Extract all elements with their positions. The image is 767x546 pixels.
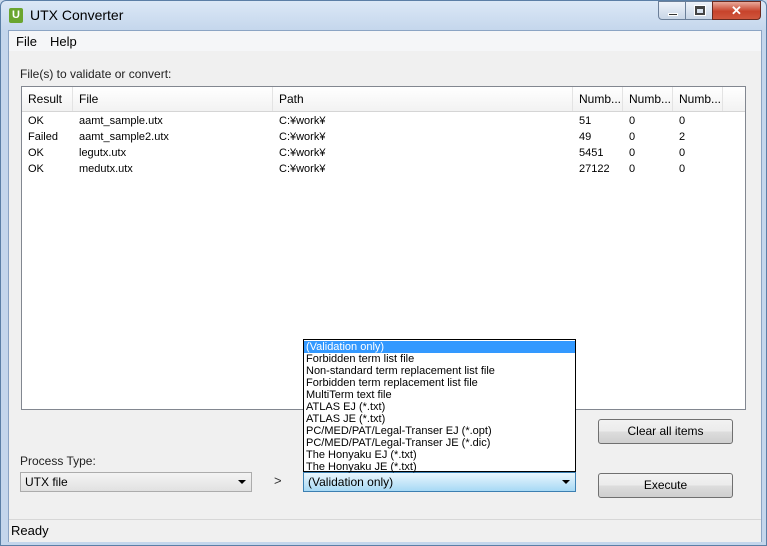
dropdown-option[interactable]: (Validation only)	[304, 341, 575, 353]
cell-path: C:¥work¥	[279, 115, 326, 127]
cell-file: legutx.utx	[79, 147, 127, 159]
dropdown-option[interactable]: PC/MED/PAT/Legal-Transer JE (*.dic)	[304, 437, 575, 449]
cell-number-1: 5451	[579, 147, 604, 159]
dropdown-option[interactable]: Non-standard term replacement list file	[304, 365, 575, 377]
list-header: Result File Path Numb... Numb... Numb...	[22, 87, 745, 112]
arrow-right-icon: >	[274, 473, 282, 488]
title-bar[interactable]: U UTX Converter ✕	[1, 1, 766, 29]
cell-number-2: 0	[629, 115, 636, 127]
cell-number-1: 51	[579, 115, 592, 127]
app-window: U UTX Converter ✕ File Help File(s) to v…	[0, 0, 767, 546]
col-result[interactable]: Result	[22, 87, 73, 111]
chevron-down-icon	[562, 480, 570, 484]
cell-number-3: 0	[679, 147, 686, 159]
files-label: File(s) to validate or convert:	[20, 67, 172, 81]
cell-result: OK	[28, 147, 44, 159]
cell-file: aamt_sample.utx	[79, 115, 163, 127]
col-path[interactable]: Path	[273, 87, 573, 111]
cell-result: OK	[28, 163, 44, 175]
cell-number-1: 27122	[579, 163, 610, 175]
process-type-select[interactable]: UTX file	[20, 472, 252, 492]
dropdown-option[interactable]: ATLAS EJ (*.txt)	[304, 401, 575, 413]
window-title: UTX Converter	[30, 7, 124, 23]
col-number-2[interactable]: Numb...	[623, 87, 673, 111]
close-button[interactable]: ✕	[712, 1, 761, 20]
cell-number-1: 49	[579, 131, 592, 143]
cell-result: Failed	[28, 131, 58, 143]
cell-path: C:¥work¥	[279, 147, 326, 159]
table-row[interactable]: OK aamt_sample.utx C:¥work¥ 51 0 0	[22, 113, 745, 129]
status-text: Ready	[11, 523, 49, 538]
dropdown-option[interactable]: MultiTerm text file	[304, 389, 575, 401]
cell-path: C:¥work¥	[279, 131, 326, 143]
dropdown-option[interactable]: Forbidden term replacement list file	[304, 377, 575, 389]
cell-number-2: 0	[629, 147, 636, 159]
menu-bar: File Help	[9, 31, 761, 51]
clear-all-button[interactable]: Clear all items	[598, 419, 733, 444]
process-type-value: UTX file	[25, 475, 68, 489]
menu-help[interactable]: Help	[50, 34, 77, 49]
dropdown-option[interactable]: The Honyaku JE (*.txt)	[304, 461, 575, 473]
menu-file[interactable]: File	[16, 34, 37, 49]
minimize-icon	[668, 13, 678, 16]
execute-button[interactable]: Execute	[598, 473, 733, 498]
cell-result: OK	[28, 115, 44, 127]
cell-number-3: 0	[679, 163, 686, 175]
status-bar: Ready	[9, 519, 761, 542]
col-file[interactable]: File	[73, 87, 273, 111]
dropdown-option[interactable]: Forbidden term list file	[304, 353, 575, 365]
cell-number-2: 0	[629, 163, 636, 175]
cell-path: C:¥work¥	[279, 163, 326, 175]
chevron-down-icon	[238, 480, 246, 484]
cell-number-3: 0	[679, 115, 686, 127]
dropdown-option[interactable]: ATLAS JE (*.txt)	[304, 413, 575, 425]
cell-number-3: 2	[679, 131, 686, 143]
target-format-dropdown[interactable]: (Validation only) Forbidden term list fi…	[303, 339, 576, 473]
process-type-label: Process Type:	[20, 454, 96, 468]
table-row[interactable]: OK legutx.utx C:¥work¥ 5451 0 0	[22, 145, 745, 161]
dropdown-option[interactable]: The Honyaku EJ (*.txt)	[304, 449, 575, 461]
close-icon: ✕	[731, 3, 742, 18]
table-row[interactable]: OK medutx.utx C:¥work¥ 27122 0 0	[22, 161, 745, 177]
cell-file: aamt_sample2.utx	[79, 131, 169, 143]
table-row[interactable]: Failed aamt_sample2.utx C:¥work¥ 49 0 2	[22, 129, 745, 145]
cell-number-2: 0	[629, 131, 636, 143]
col-number-3[interactable]: Numb...	[673, 87, 723, 111]
app-icon: U	[9, 8, 23, 23]
maximize-button[interactable]	[685, 1, 713, 20]
dropdown-option[interactable]: PC/MED/PAT/Legal-Transer EJ (*.opt)	[304, 425, 575, 437]
col-number-1[interactable]: Numb...	[573, 87, 623, 111]
target-format-select[interactable]: (Validation only)	[303, 472, 576, 492]
maximize-icon	[694, 5, 706, 16]
target-format-value: (Validation only)	[308, 475, 394, 489]
client-area: File Help File(s) to validate or convert…	[8, 30, 762, 542]
minimize-button[interactable]	[658, 1, 686, 20]
cell-file: medutx.utx	[79, 163, 133, 175]
